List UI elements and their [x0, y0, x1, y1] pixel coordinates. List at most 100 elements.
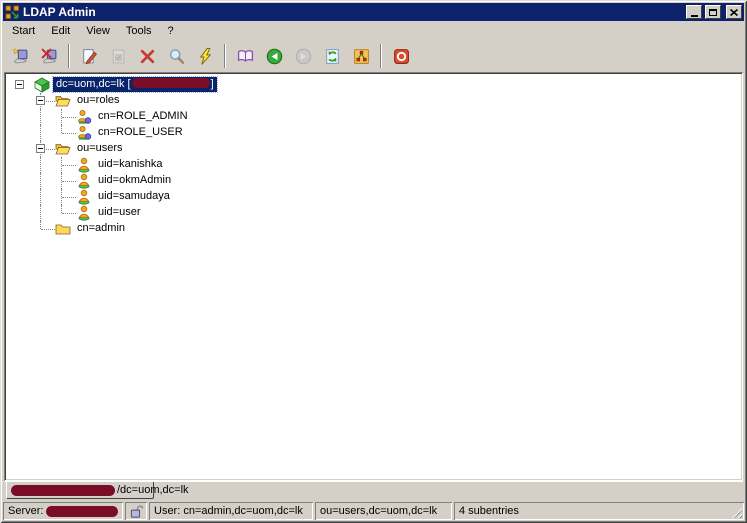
close-button[interactable]	[726, 5, 742, 19]
tree-line	[62, 213, 76, 214]
forward-button	[290, 43, 316, 69]
tree-line	[62, 197, 76, 198]
search-button[interactable]	[163, 43, 189, 69]
connect-button[interactable]	[7, 43, 33, 69]
maximize-button[interactable]	[705, 5, 721, 19]
tree-item-uid-samudaya[interactable]: uid=samudaya	[7, 189, 740, 205]
tree-line	[40, 205, 41, 221]
lightning-icon	[197, 47, 214, 65]
redacted-server-name	[11, 484, 115, 496]
tree-item-uid-kanishka[interactable]: uid=kanishka	[7, 157, 740, 173]
user-icon	[76, 189, 92, 205]
ldap-tree: dc=uom,dc=lk [] ou=roles cn=ROLE_ADMIN cn=R…	[4, 72, 743, 481]
base-dn-panel-text: ou=users,dc=uom,dc=lk	[320, 505, 438, 517]
edit-entry-button[interactable]	[76, 43, 102, 69]
tree-item-cn-admin[interactable]: cn=admin	[7, 221, 740, 237]
save-button	[105, 43, 131, 69]
tree-item-root[interactable]: dc=uom,dc=lk []	[7, 76, 740, 93]
tree-item-label: uid=user	[98, 206, 141, 218]
menu-help[interactable]: ?	[160, 22, 182, 40]
search-icon	[168, 48, 185, 65]
tree-line	[40, 125, 41, 141]
tree-item-ou-roles[interactable]: ou=roles	[7, 93, 740, 109]
toolbar-separator	[224, 44, 226, 68]
delete-button[interactable]	[134, 43, 160, 69]
subentries-panel: 4 subentries	[454, 502, 744, 520]
redacted-server-value	[46, 505, 119, 517]
base-dn-panel: ou=users,dc=uom,dc=lk	[315, 502, 452, 520]
maximize-icon	[709, 8, 717, 16]
user-panel: User: cn=admin,dc=uom,dc=lk	[149, 502, 313, 520]
menu-edit[interactable]: Edit	[43, 22, 78, 40]
resize-grip[interactable]	[730, 506, 742, 518]
role-icon	[76, 109, 92, 125]
tree-line	[62, 181, 76, 182]
root-icon	[34, 77, 50, 93]
back-icon	[266, 48, 283, 65]
tree-item-uid-okmadmin[interactable]: uid=okmAdmin	[7, 173, 740, 189]
server-panel: Server:	[3, 502, 123, 520]
tree-icon	[353, 48, 370, 65]
tree-item-label: uid=samudaya	[98, 190, 170, 202]
quick-modify-button[interactable]	[192, 43, 218, 69]
refresh-button[interactable]	[319, 43, 345, 69]
exit-button[interactable]	[388, 43, 414, 69]
toolbar	[3, 41, 744, 71]
server-panel-label: Server:	[8, 505, 44, 517]
toolbar-separator	[380, 44, 382, 68]
tree-item-label: cn=ROLE_USER	[98, 126, 183, 138]
tree-line	[40, 221, 41, 229]
user-panel-text: User: cn=admin,dc=uom,dc=lk	[154, 505, 303, 517]
tree-item-role-user[interactable]: cn=ROLE_USER	[7, 125, 740, 141]
tree-item-label: cn=admin	[77, 222, 126, 234]
tree-expander-minus[interactable]	[36, 96, 45, 105]
forward-icon	[295, 48, 312, 65]
tree-expander-minus[interactable]	[36, 144, 45, 153]
folder-closed-icon	[55, 221, 71, 237]
tree-line	[62, 133, 76, 134]
directory-tree-button[interactable]	[348, 43, 374, 69]
app-icon	[5, 4, 20, 20]
status-bar: Server: User: cn=admin,dc=uom,dc=lk ou=use…	[3, 500, 744, 520]
tab-label: /dc=uom,dc=lk	[117, 484, 189, 496]
power-icon	[393, 48, 410, 65]
menu-view[interactable]: View	[78, 22, 118, 40]
tree-item-role-admin[interactable]: cn=ROLE_ADMIN	[7, 109, 740, 125]
minimize-button[interactable]	[686, 5, 702, 19]
tree-item-label: cn=ROLE_ADMIN	[98, 110, 188, 122]
close-icon	[730, 8, 738, 16]
minimize-icon	[690, 14, 698, 17]
tree-item-label: ou=roles	[77, 94, 120, 106]
redacted-text	[131, 78, 210, 88]
tree-item-ou-users[interactable]: ou=users	[7, 141, 740, 157]
user-icon	[76, 205, 92, 221]
tree-item-label: dc=uom,dc=lk []	[52, 76, 218, 93]
schema-button[interactable]	[232, 43, 258, 69]
tree-line	[61, 125, 62, 133]
tree-line	[40, 109, 41, 125]
menu-start[interactable]: Start	[4, 22, 43, 40]
menu-bar: Start Edit View Tools?	[3, 21, 744, 41]
connect-icon	[12, 47, 29, 65]
tab-connection[interactable]: /dc=uom,dc=lk	[6, 482, 189, 499]
tree-item-uid-user[interactable]: uid=user	[7, 205, 740, 221]
refresh-icon	[324, 48, 341, 65]
tree-item-label: uid=okmAdmin	[98, 174, 172, 186]
tab-bar: /dc=uom,dc=lk	[4, 481, 743, 500]
tree-line	[62, 117, 76, 118]
back-button[interactable]	[261, 43, 287, 69]
user-icon	[76, 157, 92, 173]
tree-expander-minus[interactable]	[15, 80, 24, 89]
disconnect-button[interactable]	[36, 43, 62, 69]
window-title: LDAP Admin	[23, 5, 96, 19]
tree-line	[40, 189, 41, 205]
delete-icon	[139, 48, 156, 65]
tree-line	[41, 229, 55, 230]
book-icon	[237, 48, 254, 65]
edit-icon	[81, 48, 98, 65]
tree-line	[40, 173, 41, 189]
folder-open-icon	[55, 141, 71, 157]
role-icon	[76, 125, 92, 141]
menu-tools[interactable]: Tools	[118, 22, 160, 40]
title-bar: LDAP Admin	[3, 3, 744, 21]
